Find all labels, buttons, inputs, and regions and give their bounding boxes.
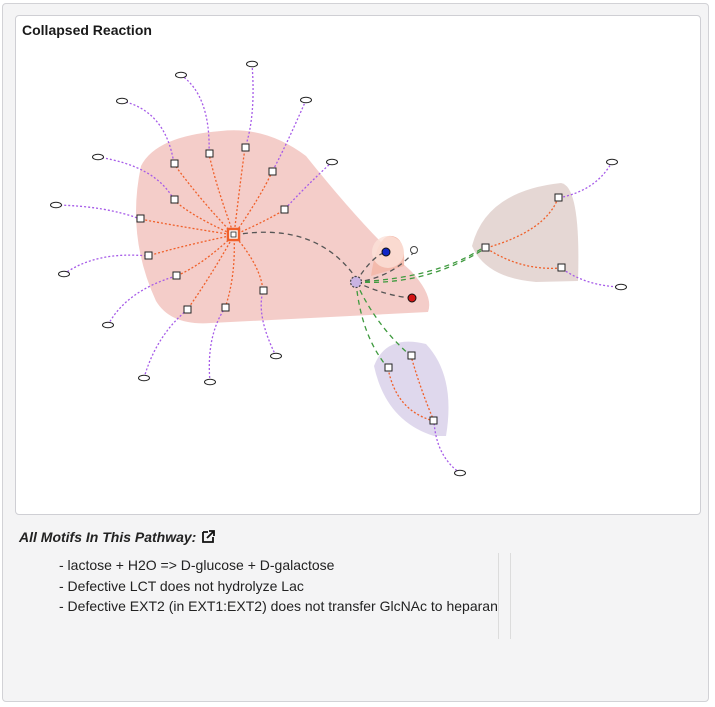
external-link-icon[interactable]	[200, 529, 216, 545]
cluster-lactose-hull	[136, 130, 430, 324]
node-ellipse[interactable]	[116, 97, 128, 105]
node-ellipse[interactable]	[246, 60, 258, 68]
node-ellipse[interactable]	[326, 158, 338, 166]
node-ellipse[interactable]	[102, 321, 114, 329]
graph-panel[interactable]: Collapsed Reaction	[15, 15, 701, 515]
node-ellipse[interactable]	[204, 378, 216, 386]
white-node[interactable]	[410, 246, 418, 254]
node-square[interactable]	[136, 214, 145, 223]
node-square[interactable]	[259, 286, 268, 295]
node-ellipse[interactable]	[454, 469, 466, 477]
motifs-header: All Motifs In This Pathway:	[19, 529, 216, 545]
motif-item[interactable]: - Defective EXT2 (in EXT1:EXT2) does not…	[59, 596, 498, 617]
node-ellipse[interactable]	[92, 153, 104, 161]
node-ellipse[interactable]	[175, 71, 187, 79]
column-divider	[498, 553, 511, 639]
node-square[interactable]	[172, 271, 181, 280]
pathway-panel: Collapsed Reaction All Motifs In This Pa…	[2, 3, 709, 702]
node-square[interactable]	[280, 205, 289, 214]
node-square[interactable]	[205, 149, 214, 158]
node-ellipse[interactable]	[615, 283, 627, 291]
motifs-header-label: All Motifs In This Pathway:	[19, 529, 197, 545]
red-node[interactable]	[407, 293, 417, 303]
node-square[interactable]	[183, 305, 192, 314]
motif-item[interactable]: - lactose + H2O => D-glucose + D-galacto…	[59, 555, 498, 576]
center-node[interactable]	[349, 275, 363, 289]
node-square[interactable]	[170, 159, 179, 168]
node-square[interactable]	[481, 243, 490, 252]
node-ellipse[interactable]	[50, 201, 62, 209]
node-ellipse[interactable]	[270, 352, 282, 360]
hub-node-inner	[230, 231, 237, 238]
node-square[interactable]	[221, 303, 230, 312]
node-square[interactable]	[557, 263, 566, 272]
node-square[interactable]	[384, 363, 393, 372]
blue-node[interactable]	[381, 247, 391, 257]
node-square[interactable]	[429, 416, 438, 425]
node-square[interactable]	[144, 251, 153, 260]
node-square[interactable]	[241, 143, 250, 152]
motifs-list: - lactose + H2O => D-glucose + D-galacto…	[59, 555, 498, 617]
node-square[interactable]	[170, 195, 179, 204]
network-graph[interactable]	[16, 16, 702, 516]
node-ellipse[interactable]	[300, 96, 312, 104]
node-square[interactable]	[554, 193, 563, 202]
motif-item[interactable]: - Defective LCT does not hydrolyze Lac	[59, 576, 498, 597]
node-square[interactable]	[268, 167, 277, 176]
node-ellipse[interactable]	[138, 374, 150, 382]
node-ellipse[interactable]	[606, 158, 618, 166]
node-square[interactable]	[407, 351, 416, 360]
node-ellipse[interactable]	[58, 270, 70, 278]
